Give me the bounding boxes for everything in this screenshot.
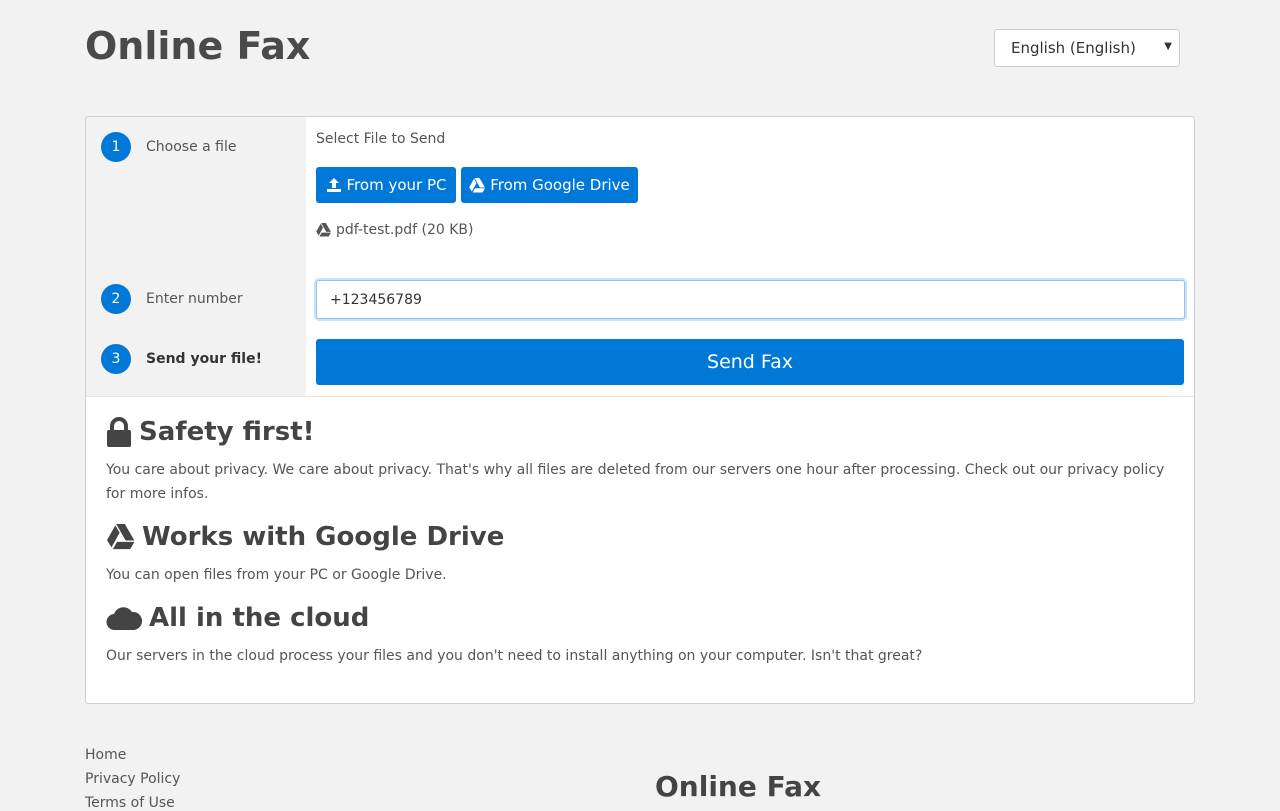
footer-link-terms[interactable]: Terms of Use — [85, 795, 175, 811]
step-send-file: 3 Send your file! — [101, 344, 262, 374]
feature-cloud-text: Our servers in the cloud process your fi… — [106, 648, 923, 664]
divider — [86, 396, 1194, 397]
footer-title: Online Fax — [655, 770, 822, 803]
footer-link-privacy[interactable]: Privacy Policy — [85, 771, 180, 787]
step-number: 2 — [101, 284, 131, 314]
step-label: Choose a file — [146, 139, 237, 155]
fax-form-card: 1 Choose a file 2 Enter number 3 Send yo… — [85, 116, 1195, 704]
feature-safety-title-text: Safety first! — [139, 417, 315, 447]
app-title: Online Fax — [85, 24, 311, 68]
feature-drive-title: Works with Google Drive — [106, 522, 504, 552]
step-number: 1 — [101, 132, 131, 162]
footer-link-home[interactable]: Home — [85, 747, 126, 763]
google-drive-icon — [106, 524, 135, 550]
language-select[interactable]: English (English) ▼ — [994, 29, 1180, 67]
step-label: Send your file! — [146, 351, 262, 367]
send-fax-button[interactable]: Send Fax — [316, 339, 1184, 385]
select-file-label: Select File to Send — [316, 131, 446, 147]
upload-from-drive-button[interactable]: From Google Drive — [461, 167, 638, 203]
feature-cloud-title-text: All in the cloud — [149, 603, 370, 633]
cloud-icon — [106, 607, 142, 631]
step-enter-number: 2 Enter number — [101, 284, 243, 314]
upload-from-pc-label: From your PC — [346, 176, 447, 194]
step-choose-file: 1 Choose a file — [101, 132, 237, 162]
caret-down-icon: ▼ — [1164, 41, 1172, 52]
fax-number-input[interactable] — [316, 280, 1185, 319]
upload-icon — [326, 178, 341, 192]
upload-from-drive-label: From Google Drive — [490, 176, 630, 194]
feature-drive-title-text: Works with Google Drive — [142, 522, 505, 552]
feature-drive-text: You can open files from your PC or Googl… — [106, 567, 447, 583]
selected-file-name: pdf-test.pdf (20 KB) — [336, 222, 474, 238]
feature-safety-title: Safety first! — [106, 417, 315, 447]
google-drive-icon — [469, 177, 486, 192]
language-select-value: English (English) — [1011, 39, 1136, 57]
feature-safety-text: You care about privacy. We care about pr… — [106, 462, 1165, 502]
step-label: Enter number — [146, 291, 243, 307]
selected-file: pdf-test.pdf (20 KB) — [316, 222, 473, 238]
lock-icon — [107, 417, 131, 447]
step-number: 3 — [101, 344, 131, 374]
google-drive-icon — [316, 223, 331, 237]
upload-from-pc-button[interactable]: From your PC — [316, 167, 456, 203]
feature-cloud-title: All in the cloud — [106, 603, 369, 633]
